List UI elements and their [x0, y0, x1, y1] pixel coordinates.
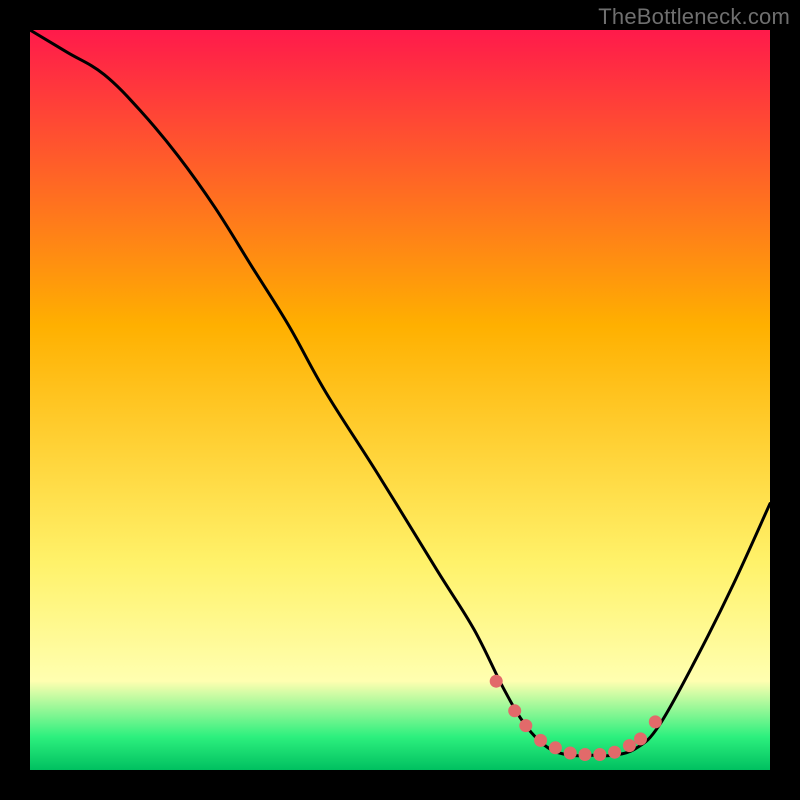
highlight-dot — [508, 704, 521, 717]
highlight-dot — [549, 741, 562, 754]
highlight-dot — [634, 732, 647, 745]
highlight-dot — [564, 747, 577, 760]
highlight-dot — [593, 748, 606, 761]
chart-stage: TheBottleneck.com — [0, 0, 800, 800]
highlight-dot — [534, 734, 547, 747]
highlight-dot — [519, 719, 532, 732]
highlight-dot — [649, 715, 662, 728]
highlight-dot — [579, 748, 592, 761]
bottleneck-chart — [0, 0, 800, 800]
highlight-dot — [623, 739, 636, 752]
attribution-watermark: TheBottleneck.com — [598, 4, 790, 30]
highlight-dot — [490, 675, 503, 688]
highlight-dot — [608, 746, 621, 759]
plot-background — [30, 30, 770, 770]
